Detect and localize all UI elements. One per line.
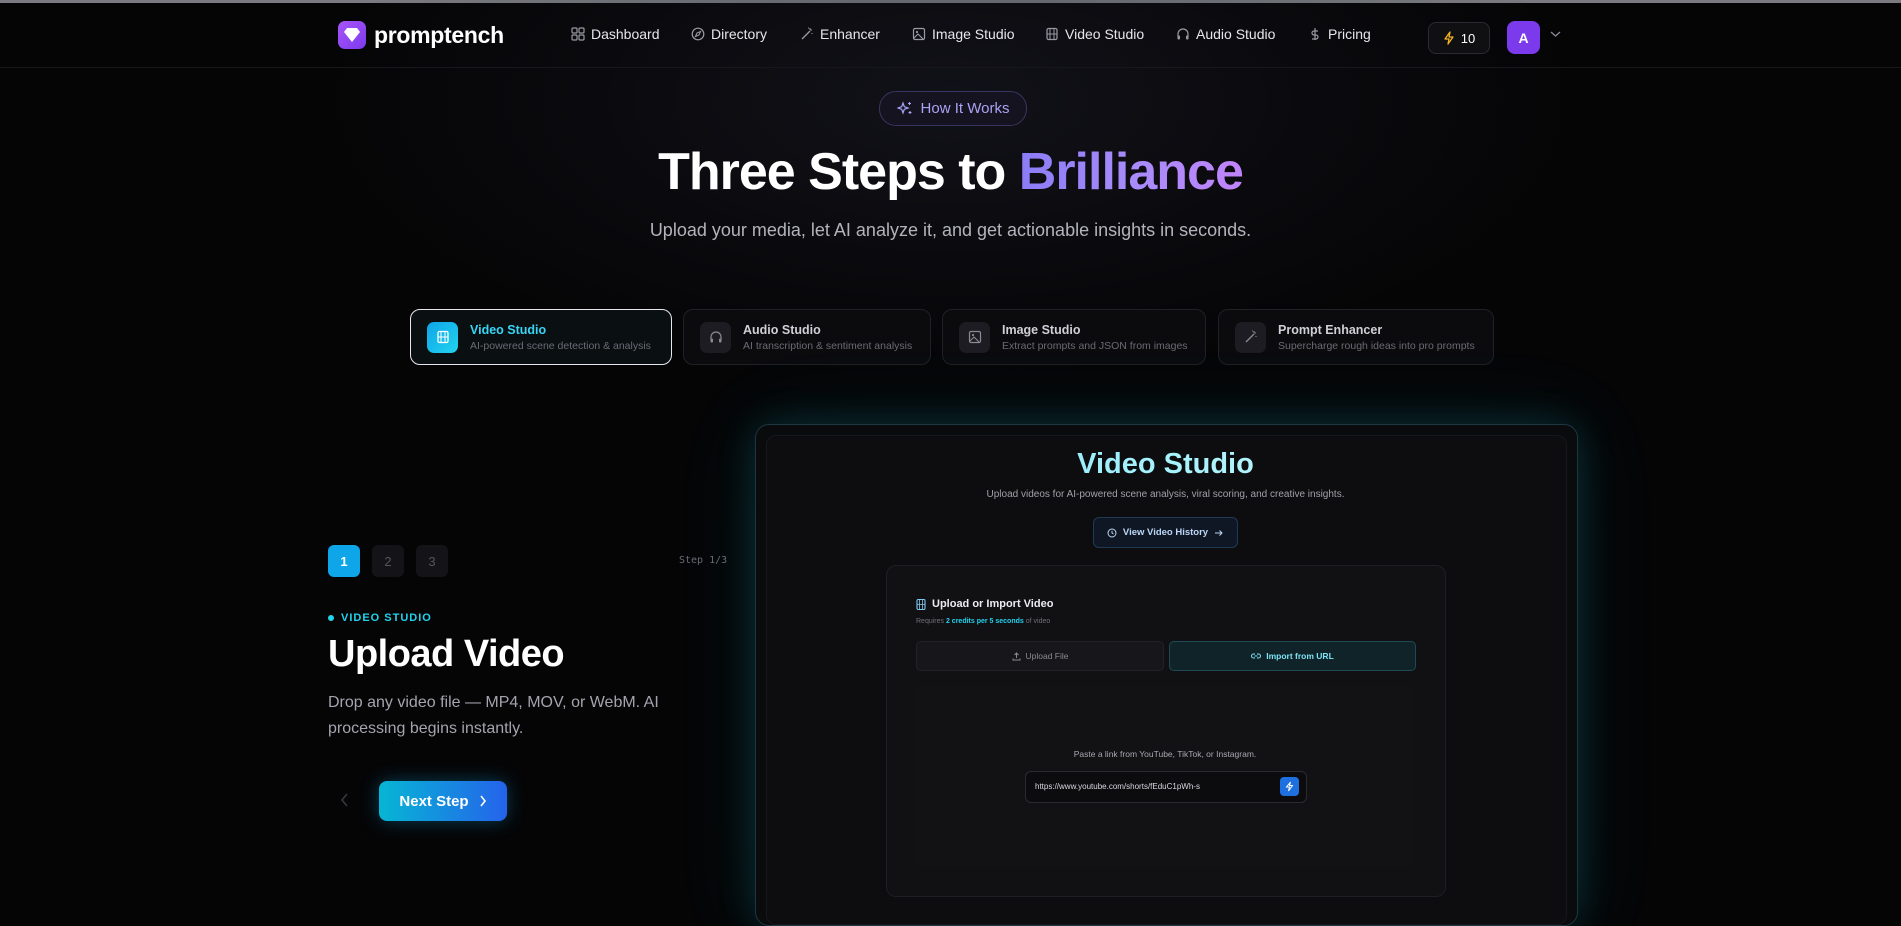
link-icon [1251,653,1262,659]
step-3-button[interactable]: 3 [416,545,448,577]
step-1-button[interactable]: 1 [328,545,360,577]
nav-image-studio[interactable]: Image Studio [912,26,1015,42]
eyebrow-label: VIDEO STUDIO [341,612,432,624]
arrow-right-icon [1215,529,1223,536]
hero-title-main: Three Steps to [658,143,1006,201]
next-step-button[interactable]: Next Step [379,781,507,821]
chevron-left-icon[interactable] [340,793,349,807]
lightning-icon [1285,781,1294,792]
step-title: Upload Video [328,633,565,675]
wand-icon [801,27,813,40]
hero-subtitle: Upload your media, let AI analyze it, an… [649,220,1252,240]
next-step-label: Next Step [399,792,469,810]
nav-label: Dashboard [591,26,660,42]
tab-title: Video Studio [470,322,547,337]
diamond-logo-icon [338,21,366,49]
tab-icon-box [1235,321,1266,353]
tab-title: Prompt Enhancer [1278,322,1383,337]
upload-card-title: Upload or Import Video [932,598,1054,610]
image-icon [912,27,926,41]
chevron-right-icon [479,795,486,807]
requires-highlight: 2 credits per 5 seconds [945,618,1024,625]
nav-label: Image Studio [932,26,1015,42]
nav-video-studio[interactable]: Video Studio [1045,26,1144,42]
import-url-button[interactable]: Import from URL [1169,641,1416,671]
top-navbar: promptench Dashboard Directory Enhancer … [0,3,1901,68]
dollar-icon [1311,28,1319,40]
preview-title: Video Studio [755,448,1576,481]
lightning-icon [1444,31,1454,45]
film-icon [436,330,449,344]
requires-suffix: of video [1025,618,1051,625]
upload-file-label: Upload File [1025,651,1069,661]
pill-label: How It Works [920,100,1010,117]
tab-title: Image Studio [1002,322,1081,337]
nav-label: Audio Studio [1196,26,1276,42]
clock-icon [1107,528,1117,537]
tab-image-studio[interactable]: Image Studio Extract prompts and JSON fr… [942,309,1206,365]
hero-title-accent: Brilliance [1018,143,1244,201]
film-icon [916,598,926,610]
tab-description: Extract prompts and JSON from images [1002,339,1188,352]
requires-prefix: Requires [916,618,945,625]
compass-icon [691,27,705,41]
paste-hint: Paste a link from YouTube, TikTok, or In… [1073,749,1257,759]
history-label: View Video History [1122,527,1209,538]
grid-icon [571,27,585,41]
headphones-icon [709,331,722,343]
upload-file-button[interactable]: Upload File [916,641,1164,671]
import-go-button[interactable] [1280,777,1299,796]
preview-subtitle: Upload videos for AI-powered scene analy… [986,489,1345,500]
nav-audio-studio[interactable]: Audio Studio [1176,26,1275,42]
step-2-button[interactable]: 2 [372,545,404,577]
view-history-button[interactable]: View Video History [1093,517,1238,548]
film-icon [1046,27,1058,41]
nav-dashboard[interactable]: Dashboard [571,26,660,42]
tab-icon-box [427,321,458,353]
headphones-icon [1177,28,1189,40]
sparkles-icon [896,100,912,115]
tab-description: Supercharge rough ideas into pro prompts [1278,339,1475,352]
nav-enhancer[interactable]: Enhancer [800,26,880,42]
tab-audio-studio[interactable]: Audio Studio AI transcription & sentimen… [683,309,931,365]
nav-label: Pricing [1328,26,1371,42]
how-it-works-pill: How It Works [879,91,1027,126]
nav-pricing[interactable]: Pricing [1308,26,1371,42]
nav-label: Video Studio [1065,26,1145,42]
tab-icon-box [959,321,990,353]
hero-title: Three Steps to Brilliance [0,142,1901,202]
nav-label: Directory [711,26,768,42]
avatar[interactable]: A [1507,21,1540,54]
image-icon [968,330,981,344]
upload-icon [1012,651,1020,660]
tab-icon-box [700,321,731,353]
nav-label: Enhancer [820,26,880,42]
credits-count: 10 [1460,30,1476,46]
url-input-value: https://www.youtube.com/shorts/fEduC1pWh… [1035,782,1200,791]
tab-video-studio[interactable]: Video Studio AI-powered scene detection … [410,309,672,365]
brand-logo[interactable]: promptench [338,21,504,49]
import-url-label: Import from URL [1266,651,1334,661]
tab-description: AI-powered scene detection & analysis [470,339,651,352]
step-counter: Step 1/3 [679,555,728,566]
tab-prompt-enhancer[interactable]: Prompt Enhancer Supercharge rough ideas … [1218,309,1494,365]
tab-title: Audio Studio [743,322,821,337]
eyebrow-dot [328,615,334,621]
wand-icon [1245,330,1257,343]
chevron-down-icon[interactable] [1550,30,1561,38]
nav-directory[interactable]: Directory [691,26,767,42]
credit-requirement: Requires 2 credits per 5 seconds of vide… [916,618,1050,625]
step-description: Drop any video file — MP4, MOV, or WebM.… [328,694,659,737]
step-eyebrow: VIDEO STUDIO [328,612,432,624]
upload-card-header: Upload or Import Video [916,598,1053,610]
tab-description: AI transcription & sentiment analysis [743,339,913,352]
brand-name: promptench [374,21,504,48]
credits-badge[interactable]: 10 [1428,22,1490,54]
